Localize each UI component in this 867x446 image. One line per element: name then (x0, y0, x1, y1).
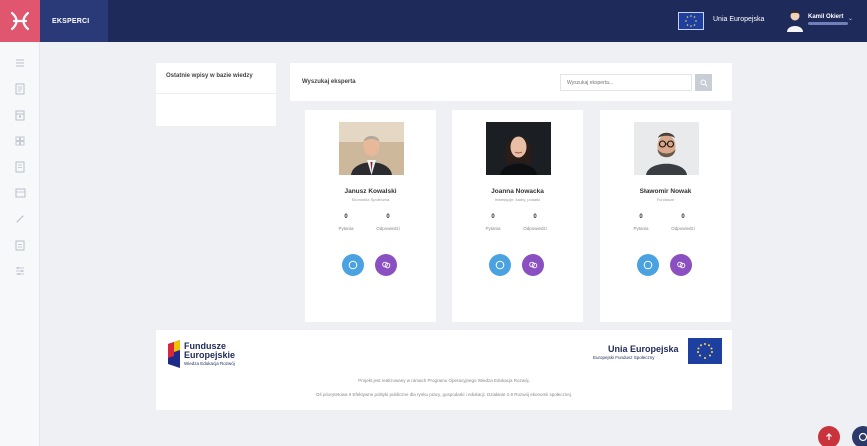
footer-panel: Fundusze Europejskie Wiedza Edukacja Roz… (156, 330, 732, 410)
user-subtitle (808, 22, 848, 25)
app-logo-icon (10, 11, 30, 31)
user-name[interactable]: Kamil Okiert (808, 14, 843, 20)
grid-icon[interactable] (13, 134, 27, 148)
chat-button[interactable] (522, 254, 544, 276)
questions-label: Pytania (633, 226, 649, 231)
search-title: Wyszukaj eksperta (302, 79, 356, 85)
expert-name: Janusz Kowalski (344, 188, 397, 195)
expert-name: Joanna Nowacka (491, 188, 544, 195)
answers-count: 0 (386, 214, 390, 220)
expert-role: Fundusze (656, 197, 675, 202)
questions-label: Pytania (338, 226, 354, 231)
link-icon[interactable] (13, 212, 27, 226)
answers-count: 0 (533, 214, 537, 220)
ue-subtitle: Europejski Fundusz Społeczny (593, 355, 655, 360)
top-bar: EKSPERCI Unia Europejska Kamil Okiert ⌄ (0, 0, 867, 42)
chat-icon (382, 261, 391, 269)
questions-count: 0 (639, 214, 643, 220)
divider (156, 93, 276, 94)
search-input[interactable] (560, 74, 692, 91)
answers-label: Odpowiedzi (376, 226, 400, 231)
search-button[interactable] (695, 74, 712, 91)
document-icon[interactable] (13, 82, 27, 96)
notes-icon[interactable] (13, 160, 27, 174)
folder-icon[interactable] (13, 186, 27, 200)
fe-line3: Wiedza Edukacja Rozwój (184, 361, 235, 366)
chevron-down-icon[interactable]: ⌄ (848, 15, 853, 22)
answers-label: Odpowiedzi (671, 226, 695, 231)
chat-icon (677, 261, 686, 269)
fundusze-europejskie-logo (166, 340, 182, 373)
question-icon (495, 260, 505, 270)
help-icon (858, 432, 867, 442)
expert-card: Joanna Nowacka Inwestycje, kadry, podatk… (452, 110, 583, 322)
footer-priority-text: Oś priorytetowa II Efektywne polityki pu… (315, 392, 573, 397)
list-icon[interactable] (13, 56, 27, 70)
settings-icon[interactable] (13, 264, 27, 278)
ask-question-button[interactable] (489, 254, 511, 276)
user-avatar[interactable] (786, 10, 804, 32)
question-icon (348, 260, 358, 270)
recent-entries-title: Ostatnie wpisy w bazie wiedzy (166, 73, 253, 79)
expert-name: Sławomir Nowak (639, 188, 692, 195)
recent-entries-panel: Ostatnie wpisy w bazie wiedzy (156, 63, 276, 126)
chat-button[interactable] (670, 254, 692, 276)
app-logo[interactable] (0, 0, 40, 42)
expert-photo (486, 122, 551, 175)
eu-label: Unia Europejska (713, 16, 765, 23)
eu-flag-icon (688, 338, 722, 364)
ask-question-button[interactable] (637, 254, 659, 276)
calendar-icon[interactable] (13, 108, 27, 122)
answers-count: 0 (681, 214, 685, 220)
sidebar (0, 42, 40, 446)
expert-card: Janusz Kowalski Ekonomia Społeczna 0 0 P… (305, 110, 436, 322)
expert-photo (339, 122, 404, 175)
questions-label: Pytania (485, 226, 501, 231)
answers-label: Odpowiedzi (523, 226, 547, 231)
ue-title: Unia Europejska (608, 344, 679, 354)
search-icon (700, 79, 708, 87)
calendar-alt-icon[interactable] (13, 238, 27, 252)
questions-count: 0 (491, 214, 495, 220)
search-panel: Wyszukaj eksperta (290, 63, 732, 101)
eu-flag-icon (678, 12, 704, 30)
expert-card: Sławomir Nowak Fundusze 0 0 Pytania Odpo… (600, 110, 731, 322)
expert-photo (634, 122, 699, 175)
expert-role: Inwestycje, kadry, podatki (494, 197, 541, 202)
ask-question-button[interactable] (342, 254, 364, 276)
section-label-eksperci[interactable]: EKSPERCI (40, 0, 108, 42)
help-button[interactable] (852, 426, 867, 446)
footer-project-text: Projekt jest realizowany w ramach Progra… (358, 378, 530, 383)
chat-button[interactable] (375, 254, 397, 276)
chat-icon (529, 261, 538, 269)
questions-count: 0 (344, 214, 348, 220)
question-icon (643, 260, 653, 270)
fe-line2: Europejskie (184, 350, 236, 360)
scroll-top-button[interactable] (818, 426, 840, 446)
arrow-up-icon (826, 433, 832, 440)
expert-role: Ekonomia Społeczna (351, 197, 390, 202)
